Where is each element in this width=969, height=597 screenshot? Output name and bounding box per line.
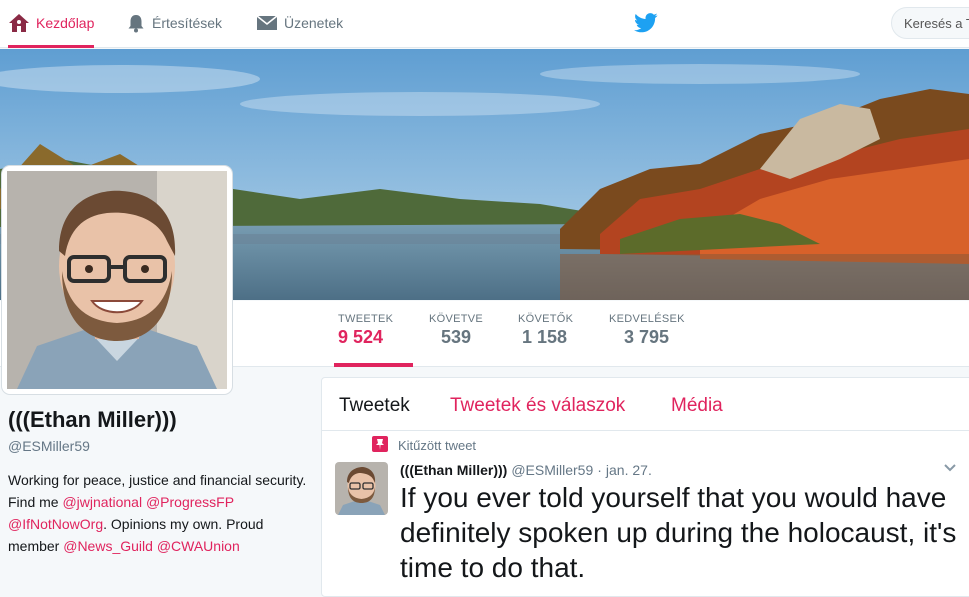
- bio-link-progressfp[interactable]: @ProgressFP: [146, 494, 234, 510]
- envelope-icon: [256, 14, 278, 32]
- bell-icon: [126, 13, 146, 33]
- nav-notifications[interactable]: Értesítések: [126, 0, 222, 46]
- stat-followers[interactable]: KÖVETŐK 1 158: [518, 313, 573, 367]
- bio-link-news-guild[interactable]: @News_Guild: [63, 538, 153, 554]
- tweet-date[interactable]: jan. 27.: [606, 462, 652, 478]
- search-input[interactable]: [891, 7, 969, 39]
- home-icon: [8, 13, 30, 33]
- tab-tweets[interactable]: Tweetek: [339, 395, 410, 417]
- profile-bio: Working for peace, justice and financial…: [8, 469, 308, 557]
- tweet-avatar[interactable]: [335, 462, 388, 515]
- stat-likes[interactable]: KEDVELÉSEK 3 795: [609, 313, 685, 367]
- profile-handle[interactable]: @ESMiller59: [8, 438, 90, 454]
- nav-home[interactable]: Kezdőlap: [8, 0, 95, 48]
- top-navigation: Kezdőlap Értesítések Üzenetek: [0, 0, 969, 48]
- stat-likes-value: 3 795: [624, 327, 670, 347]
- stat-tweets-value: 9 524: [338, 327, 384, 347]
- pinned-tweet-context: Kitűzött tweet: [372, 436, 476, 455]
- stat-followers-value: 1 158: [522, 327, 568, 347]
- pinned-tweet-label: Kitűzött tweet: [398, 438, 477, 453]
- stat-tweets-label: TWEETEK: [338, 313, 394, 325]
- chevron-down-icon[interactable]: [942, 460, 958, 481]
- tweet-text: If you ever told yourself that you would…: [400, 482, 957, 583]
- stat-following-label: KÖVETVE: [429, 313, 484, 325]
- tweet-author-handle[interactable]: @ESMiller59: [511, 462, 593, 478]
- bio-link-cwaunion[interactable]: @CWAUnion: [157, 538, 240, 554]
- profile-avatar[interactable]: [2, 166, 232, 394]
- bio-link-jwjnational[interactable]: @jwjnational: [62, 494, 142, 510]
- tweet-header: (((Ethan Miller))) @ESMiller59 · jan. 27…: [400, 462, 652, 478]
- twitter-bird-icon[interactable]: [634, 12, 658, 39]
- timeline-tabs: Tweetek Tweetek és válaszok Média: [322, 378, 969, 431]
- tweet-author-name[interactable]: (((Ethan Miller))): [400, 462, 507, 478]
- tweet-separator: ·: [597, 462, 602, 478]
- stat-likes-label: KEDVELÉSEK: [609, 313, 685, 325]
- stat-tweets[interactable]: TWEETEK 9 524: [334, 313, 414, 367]
- pin-icon: [372, 436, 388, 455]
- nav-notifications-label: Értesítések: [152, 15, 223, 31]
- nav-messages-label: Üzenetek: [284, 15, 344, 31]
- tab-tweets-and-replies[interactable]: Tweetek és válaszok: [450, 395, 625, 417]
- bio-link-ifnotnoworg[interactable]: @IfNotNowOrg: [8, 516, 103, 532]
- nav-home-label: Kezdőlap: [36, 15, 95, 31]
- stat-following[interactable]: KÖVETVE 539: [429, 313, 483, 367]
- stat-followers-label: KÖVETŐK: [518, 313, 574, 325]
- nav-messages[interactable]: Üzenetek: [256, 0, 343, 46]
- timeline: Tweetek Tweetek és válaszok Média Kitűzö…: [321, 377, 969, 597]
- tab-media[interactable]: Média: [671, 395, 723, 417]
- stat-following-value: 539: [441, 327, 472, 347]
- profile-name[interactable]: (((Ethan Miller))): [8, 407, 177, 433]
